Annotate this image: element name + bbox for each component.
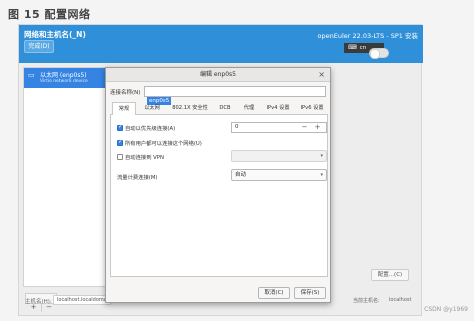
metered-select-value: 自动 xyxy=(235,172,247,178)
metered-label: 流量计费连接(M) xyxy=(117,175,158,181)
cancel-button[interactable]: 取消(C) xyxy=(258,287,290,299)
auto-vpn-row: 自动连接到 VPN xyxy=(117,153,164,161)
all-users-row: 所有用户都可以连接这个网络(U) xyxy=(117,138,202,147)
hostname-label: 主机名(H): xyxy=(25,299,52,305)
spoke-title: 网络和主机名(_N) xyxy=(24,30,86,39)
chevron-down-icon: ▾ xyxy=(320,153,323,159)
auto-vpn-checkbox[interactable] xyxy=(117,154,123,160)
auto-connect-row: 自动以优先级连接(A) xyxy=(117,123,176,132)
interface-toggle[interactable] xyxy=(369,48,389,59)
keyboard-layout-label: cn xyxy=(359,45,367,51)
metered-select[interactable]: 自动 ▾ xyxy=(231,169,327,181)
auto-connect-checkbox[interactable] xyxy=(117,123,123,131)
edit-connection-dialog: 编辑 enp0s5 × 连接名称(N) enp0s5 常规 以太网 802.1X… xyxy=(105,67,331,303)
auto-connect-label: 自动以优先级连接(A) xyxy=(125,126,176,132)
tab-dcb[interactable]: DCB xyxy=(214,102,236,115)
connection-name-input[interactable]: enp0s5 xyxy=(144,86,326,105)
product-title: openEuler 22.03-LTS - SP1 安装 xyxy=(317,32,419,40)
tab-8021x-security[interactable]: 802.1X 安全性 xyxy=(168,102,212,115)
vpn-select[interactable]: ▾ xyxy=(231,150,327,162)
configure-button[interactable]: 配置...(C) xyxy=(371,269,409,281)
all-users-checkbox[interactable] xyxy=(117,138,123,146)
tab-ethernet[interactable]: 以太网 xyxy=(138,102,166,115)
tab-proxy[interactable]: 代理 xyxy=(238,102,260,115)
close-icon[interactable]: × xyxy=(318,70,325,80)
dialog-title: 编辑 enp0s5 xyxy=(106,68,330,82)
tab-ipv6-settings[interactable]: IPv6 设置 xyxy=(296,102,328,115)
tab-general[interactable]: 常规 xyxy=(112,102,136,115)
keyboard-icon: ⌨ xyxy=(348,44,357,51)
chevron-down-icon: ▾ xyxy=(320,172,323,178)
connection-name-label: 连接名称(N) xyxy=(110,90,141,96)
general-tab-pane: 自动以优先级连接(A) 0 −+ 所有用户都可以连接这个网络(U) 自动连接到 … xyxy=(110,115,328,277)
minus-icon[interactable]: − xyxy=(298,123,311,132)
current-hostname-label: 当前主机名: xyxy=(353,298,380,304)
priority-value: 0 xyxy=(235,124,239,130)
all-users-label: 所有用户都可以连接这个网络(U) xyxy=(125,141,202,147)
auto-vpn-label: 自动连接到 VPN xyxy=(125,155,164,161)
figure-caption: 图 15 配置网络 xyxy=(8,8,91,21)
watermark: CSDN @y1969 xyxy=(424,306,468,313)
current-hostname-value: localhost xyxy=(389,297,412,303)
hostname-input[interactable]: localhost.localdomain xyxy=(53,295,111,305)
priority-stepper[interactable]: 0 − + xyxy=(231,122,327,133)
interface-subtitle: Virtio network device xyxy=(40,79,88,84)
save-button[interactable]: 保存(S) xyxy=(294,287,326,299)
spoke-header: 网络和主机名(_N) 完成(D) openEuler 22.03-LTS - S… xyxy=(19,25,423,63)
interface-name: 以太网 (enp0s5) xyxy=(40,72,87,79)
done-button[interactable]: 完成(D) xyxy=(24,40,54,53)
dialog-tabs: 常规 以太网 802.1X 安全性 DCB 代理 IPv4 设置 IPv6 设置 xyxy=(110,102,328,115)
network-wired-icon: ▭ xyxy=(28,71,35,79)
plus-icon[interactable]: + xyxy=(311,123,324,132)
tab-ipv4-settings[interactable]: IPv4 设置 xyxy=(262,102,294,115)
